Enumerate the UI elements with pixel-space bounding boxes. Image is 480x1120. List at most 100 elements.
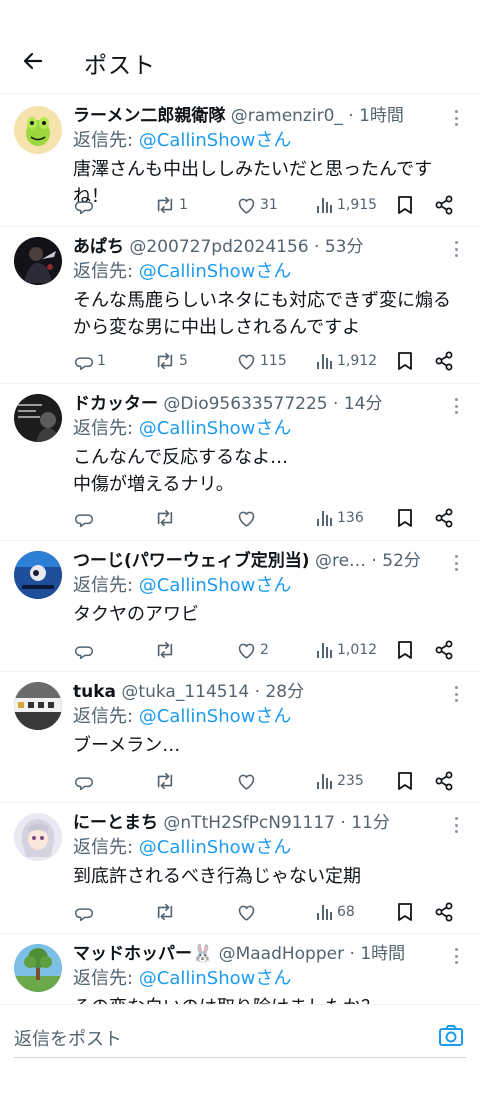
like-button[interactable]: [236, 898, 260, 926]
display-name[interactable]: tuka: [73, 682, 116, 702]
repost-button[interactable]: [154, 898, 179, 926]
share-button[interactable]: [434, 347, 454, 375]
mention-link[interactable]: @CallinShowさん: [139, 130, 292, 151]
more-options-icon[interactable]: [452, 815, 460, 835]
repost-button[interactable]: [154, 504, 179, 532]
bookmark-icon: [396, 508, 414, 528]
share-button[interactable]: [434, 636, 454, 664]
bookmark-button[interactable]: [396, 636, 414, 664]
frog-mascot-avatar[interactable]: [14, 106, 62, 154]
user-handle[interactable]: @re…: [315, 551, 366, 571]
reply-to-line: 返信先: @CallinShowさん: [73, 130, 292, 151]
action-bar: 1 5 115 1,912: [0, 347, 480, 375]
reply-post[interactable]: あぱち @200727pd2024156 · 53分 返信先: @CallinS…: [0, 227, 480, 384]
bookmark-button[interactable]: [396, 898, 414, 926]
bookmark-button[interactable]: [396, 191, 414, 219]
views-icon: [316, 903, 334, 921]
reply-button[interactable]: [74, 191, 97, 219]
reply-button[interactable]: 1: [74, 347, 106, 375]
post-time: 1時間: [360, 944, 406, 964]
post-header: ドカッター @Dio95633577225 · 14分: [73, 394, 383, 414]
mention-link[interactable]: @CallinShowさん: [139, 261, 292, 282]
camera-icon[interactable]: [436, 1021, 466, 1051]
storefront-avatar[interactable]: [14, 682, 62, 730]
reply-icon: [74, 902, 94, 922]
bookmark-button[interactable]: [396, 347, 414, 375]
display-name[interactable]: つーじ(パワーウェィブ定別当): [73, 551, 310, 571]
reply-post[interactable]: ラーメン二郎親衛隊 @ramenzir0_ · 1時間 返信先: @Callin…: [0, 96, 480, 227]
reply-post[interactable]: tuka @tuka_114514 · 28分 返信先: @CallinShow…: [0, 672, 480, 803]
bookmark-button[interactable]: [396, 504, 414, 532]
more-options-icon[interactable]: [452, 684, 460, 704]
views-button[interactable]: 235: [316, 767, 364, 795]
like-button[interactable]: [236, 767, 260, 795]
repost-icon: [154, 508, 176, 528]
reply-button[interactable]: [74, 636, 97, 664]
user-handle[interactable]: @tuka_114514: [121, 682, 249, 702]
bookmark-button[interactable]: [396, 767, 414, 795]
reply-icon: [74, 771, 94, 791]
user-handle[interactable]: @nTtH2SfPcN91117: [163, 813, 335, 833]
mention-link[interactable]: @CallinShowさん: [139, 968, 292, 989]
repost-button[interactable]: 1: [154, 191, 188, 219]
like-button[interactable]: [236, 504, 260, 532]
reply-input[interactable]: 返信をポスト: [14, 1025, 122, 1051]
share-button[interactable]: [434, 898, 454, 926]
more-options-icon[interactable]: [452, 239, 460, 259]
bookmark-icon: [396, 902, 414, 922]
reply-button[interactable]: [74, 767, 97, 795]
more-options-icon[interactable]: [452, 396, 460, 416]
like-button[interactable]: 115: [236, 347, 287, 375]
reply-post[interactable]: マッドホッパー🐰 @MaadHopper · 1時間 返信先: @CallinS…: [0, 934, 480, 1004]
share-button[interactable]: [434, 767, 454, 795]
views-button[interactable]: 68: [316, 898, 355, 926]
anime-girl-avatar[interactable]: [14, 813, 62, 861]
mention-link[interactable]: @CallinShowさん: [139, 837, 292, 858]
display-name[interactable]: あぱち: [73, 237, 124, 257]
share-icon: [434, 508, 454, 528]
like-button[interactable]: 31: [236, 191, 278, 219]
more-options-icon[interactable]: [452, 946, 460, 966]
share-button[interactable]: [434, 504, 454, 532]
reply-post[interactable]: ドカッター @Dio95633577225 · 14分 返信先: @Callin…: [0, 384, 480, 541]
views-button[interactable]: 1,912: [316, 347, 377, 375]
user-handle[interactable]: @Dio95633577225: [163, 394, 327, 414]
post-header: つーじ(パワーウェィブ定別当) @re… · 52分: [73, 551, 421, 571]
reply-button[interactable]: [74, 504, 97, 532]
reply-feed: ラーメン二郎親衛隊 @ramenzir0_ · 1時間 返信先: @Callin…: [0, 96, 480, 1004]
more-options-icon[interactable]: [452, 553, 460, 573]
reply-post[interactable]: つーじ(パワーウェィブ定別当) @re… · 52分 返信先: @CallinS…: [0, 541, 480, 672]
mention-link[interactable]: @CallinShowさん: [139, 575, 292, 596]
reply-composer: 返信をポスト: [0, 1004, 480, 1066]
like-count: 31: [260, 197, 278, 213]
views-button[interactable]: 136: [316, 504, 364, 532]
reply-button[interactable]: [74, 898, 97, 926]
user-handle[interactable]: @ramenzir0_: [231, 106, 343, 126]
like-count: 2: [260, 642, 269, 658]
repost-button[interactable]: [154, 636, 179, 664]
display-name[interactable]: マッドホッパー🐰: [73, 944, 213, 964]
user-handle[interactable]: @MaadHopper: [219, 944, 345, 964]
reply-post[interactable]: にーとまち @nTtH2SfPcN91117 · 11分 返信先: @Calli…: [0, 803, 480, 934]
user-handle[interactable]: @200727pd2024156: [129, 237, 308, 257]
dark-figure-avatar[interactable]: [14, 237, 62, 285]
tree-landscape-avatar[interactable]: [14, 944, 62, 992]
repost-button[interactable]: 5: [154, 347, 188, 375]
views-button[interactable]: 1,012: [316, 636, 377, 664]
post-time: 1時間: [359, 106, 404, 126]
like-button[interactable]: 2: [236, 636, 269, 664]
back-arrow-icon[interactable]: [18, 46, 48, 76]
heart-icon: [236, 640, 257, 660]
display-name[interactable]: ラーメン二郎親衛隊: [73, 106, 225, 126]
more-options-icon[interactable]: [452, 108, 460, 128]
share-button[interactable]: [434, 191, 454, 219]
hacker-avatar[interactable]: [14, 394, 62, 442]
repost-button[interactable]: [154, 767, 179, 795]
views-icon: [316, 509, 334, 527]
display-name[interactable]: にーとまち: [73, 813, 158, 833]
mention-link[interactable]: @CallinShowさん: [139, 418, 292, 439]
mention-link[interactable]: @CallinShowさん: [139, 706, 292, 727]
album-cover-avatar[interactable]: [14, 551, 62, 599]
views-button[interactable]: 1,915: [316, 191, 377, 219]
display-name[interactable]: ドカッター: [73, 394, 158, 414]
